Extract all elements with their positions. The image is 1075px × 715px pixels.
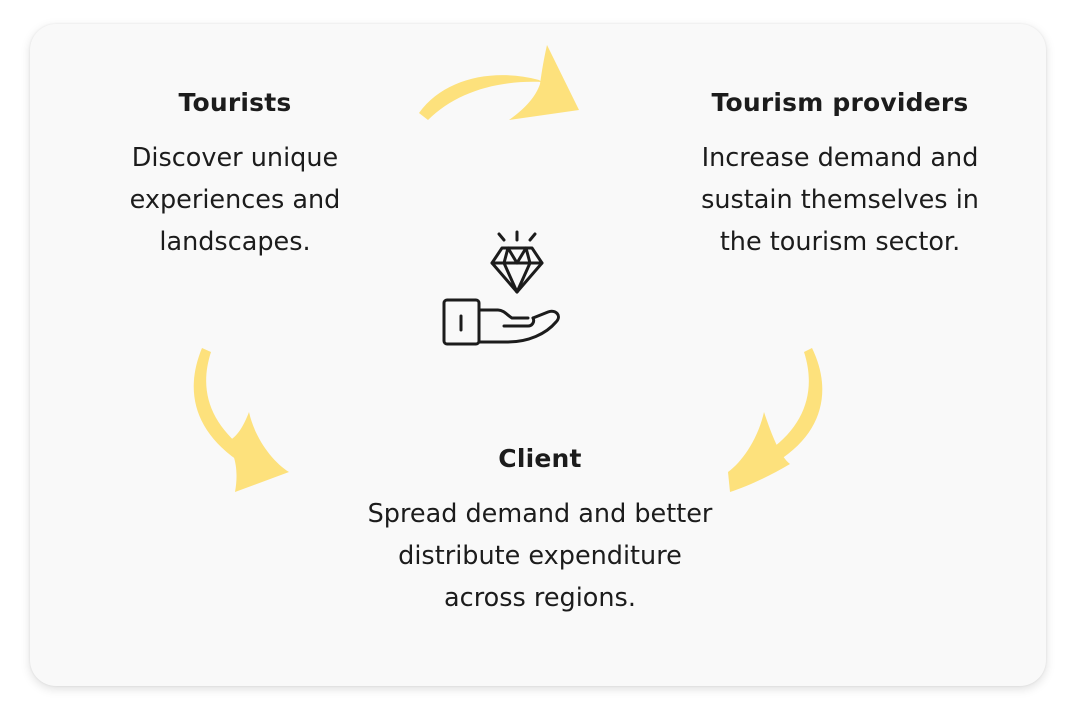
arrow-tourists-to-client — [193, 348, 289, 492]
tourists-block: Tourists Discover unique experiences and… — [80, 88, 390, 263]
arrow-tourists-to-providers — [419, 45, 579, 120]
providers-description: Increase demand and sustain themselves i… — [701, 143, 979, 257]
providers-block: Tourism providers Increase demand and su… — [680, 88, 1000, 263]
client-description: Spread demand and better distribute expe… — [367, 499, 713, 613]
arrow-providers-to-client — [728, 348, 823, 492]
providers-title: Tourism providers — [711, 88, 969, 117]
diagram-card: Tourists Discover unique experiences and… — [30, 24, 1046, 686]
diamond-in-hand-icon — [442, 230, 560, 346]
client-title: Client — [498, 444, 582, 473]
client-block: Client Spread demand and better distribu… — [360, 444, 720, 619]
tourists-title: Tourists — [178, 88, 292, 117]
tourists-description: Discover unique experiences and landscap… — [129, 143, 341, 257]
